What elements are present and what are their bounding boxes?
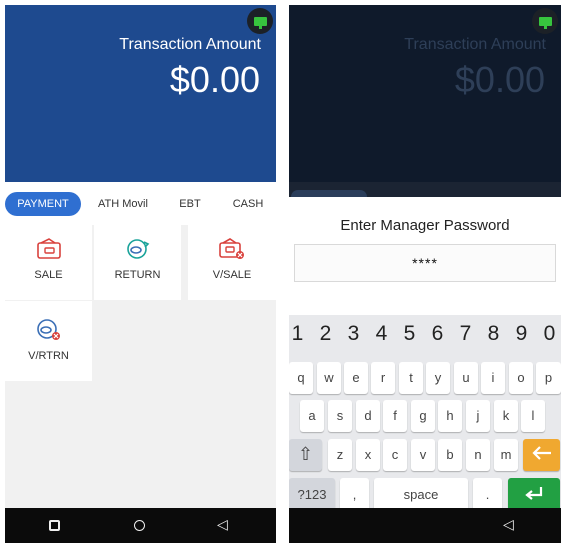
manager-password-dialog: Enter Manager Password **** — [289, 197, 561, 315]
tab-ath-movil[interactable]: ATH Movil — [90, 192, 156, 216]
key-s[interactable]: s — [328, 400, 352, 432]
tab-payment[interactable]: PAYMENT — [5, 192, 81, 216]
key-e[interactable]: e — [344, 362, 368, 394]
void-return-label: V/RTRN — [28, 350, 69, 362]
void-return-button[interactable]: V/RTRN — [5, 301, 92, 381]
key-l[interactable]: l — [521, 400, 545, 432]
left-phone-screen: Transaction Amount $0.00 PAYMENT ATH Mov… — [5, 5, 276, 543]
key-6[interactable]: 6 — [424, 322, 451, 346]
comma-key[interactable]: , — [340, 478, 369, 511]
key-m[interactable]: m — [494, 439, 518, 471]
sale-label: SALE — [34, 269, 63, 281]
back-button[interactable]: ◁ — [217, 517, 228, 534]
key-z[interactable]: z — [328, 439, 352, 471]
key-k[interactable]: k — [494, 400, 518, 432]
transaction-amount-label: Transaction Amount — [119, 36, 261, 53]
return-button[interactable]: RETURN — [94, 220, 181, 300]
tab-cash[interactable]: CASH — [224, 192, 272, 216]
key-n[interactable]: n — [466, 439, 490, 471]
key-j[interactable]: j — [466, 400, 490, 432]
key-o[interactable]: o — [509, 362, 533, 394]
key-y[interactable]: y — [426, 362, 450, 394]
key-i[interactable]: i — [481, 362, 505, 394]
transaction-amount-label: Transaction Amount — [404, 36, 546, 53]
sale-button[interactable]: SALE — [5, 220, 92, 300]
password-input[interactable]: **** — [294, 244, 556, 282]
key-h[interactable]: h — [438, 400, 462, 432]
tab-ebt[interactable]: EBT — [169, 192, 211, 216]
key-7[interactable]: 7 — [452, 322, 479, 346]
key-c[interactable]: c — [383, 439, 407, 471]
void-wallet-icon — [219, 238, 245, 265]
android-navbar: ◁ — [5, 508, 276, 543]
key-0[interactable]: 0 — [536, 322, 561, 346]
key-p[interactable]: p — [536, 362, 561, 394]
period-key[interactable]: . — [473, 478, 502, 511]
enter-icon — [524, 487, 544, 505]
wallet-icon — [36, 238, 61, 265]
backspace-key[interactable] — [523, 439, 560, 471]
key-d[interactable]: d — [356, 400, 380, 432]
terminal-status-icon[interactable] — [532, 8, 558, 34]
password-value: **** — [412, 255, 438, 271]
key-x[interactable]: x — [356, 439, 380, 471]
transaction-amount-value: $0.00 — [169, 59, 260, 100]
soft-keyboard: 1 2 3 4 5 6 7 8 9 0 q w e r t y u i o p … — [289, 315, 561, 511]
void-return-icon — [36, 319, 62, 346]
recents-button[interactable] — [49, 520, 60, 531]
android-navbar: ◁ — [289, 508, 561, 543]
home-button[interactable] — [134, 520, 145, 531]
key-5[interactable]: 5 — [396, 322, 423, 346]
backspace-icon — [531, 444, 552, 465]
void-sale-button[interactable]: V/SALE — [188, 220, 276, 300]
shift-key[interactable]: ⇧ — [289, 439, 322, 471]
space-key[interactable]: space — [374, 478, 468, 511]
dialog-title: Enter Manager Password — [340, 217, 510, 234]
refund-coin-icon — [126, 238, 150, 265]
key-t[interactable]: t — [399, 362, 423, 394]
key-2[interactable]: 2 — [312, 322, 339, 346]
key-a[interactable]: a — [300, 400, 324, 432]
key-4[interactable]: 4 — [368, 322, 395, 346]
key-r[interactable]: r — [371, 362, 395, 394]
right-phone-screen: Transaction Amount $0.00 Enter Manager P… — [289, 5, 561, 543]
key-u[interactable]: u — [454, 362, 478, 394]
terminal-status-icon[interactable] — [247, 8, 273, 34]
key-w[interactable]: w — [317, 362, 341, 394]
return-label: RETURN — [114, 269, 161, 281]
void-sale-label: V/SALE — [212, 269, 252, 281]
key-8[interactable]: 8 — [480, 322, 507, 346]
key-3[interactable]: 3 — [340, 322, 367, 346]
amount-header-dimmed: Transaction Amount $0.00 — [289, 5, 561, 182]
back-button[interactable]: ◁ — [503, 517, 514, 534]
key-9[interactable]: 9 — [508, 322, 535, 346]
symbols-key[interactable]: ?123 — [289, 478, 335, 511]
enter-key[interactable] — [508, 478, 560, 511]
key-q[interactable]: q — [289, 362, 313, 394]
key-b[interactable]: b — [438, 439, 462, 471]
key-1[interactable]: 1 — [289, 322, 311, 346]
payment-tabs: PAYMENT ATH Movil EBT CASH — [5, 182, 276, 225]
key-v[interactable]: v — [411, 439, 435, 471]
key-g[interactable]: g — [411, 400, 435, 432]
amount-header: Transaction Amount $0.00 — [5, 5, 276, 182]
key-f[interactable]: f — [383, 400, 407, 432]
transaction-amount-value: $0.00 — [454, 59, 545, 100]
